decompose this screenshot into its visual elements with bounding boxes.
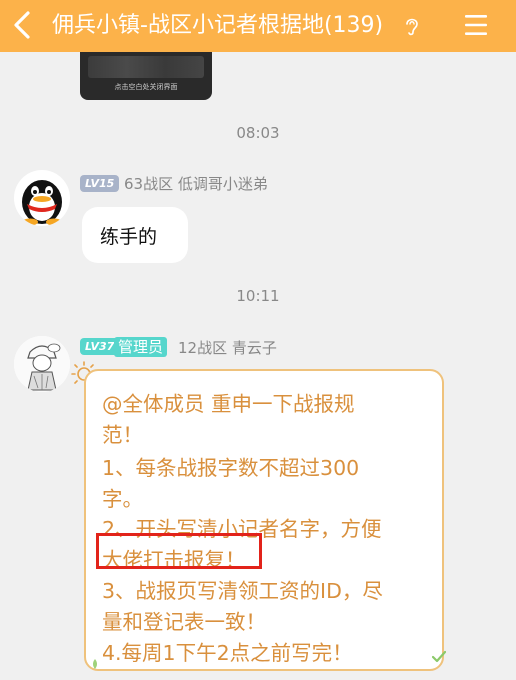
admin-role-badge: 管理员 bbox=[114, 337, 168, 357]
sender-name[interactable]: 12战区 青云子 bbox=[178, 337, 277, 358]
notice-line: 字。 bbox=[102, 487, 143, 511]
check-icon bbox=[432, 650, 446, 663]
leaf-icon bbox=[93, 659, 97, 669]
timestamp: 10:11 bbox=[236, 287, 280, 305]
chat-header: 佣兵小镇-战区小记者根据地(139) bbox=[0, 0, 516, 52]
avatar-sketch[interactable] bbox=[14, 336, 70, 392]
sketch-character-icon bbox=[14, 336, 70, 392]
highlight-box bbox=[96, 533, 262, 569]
notice-line: 范！ bbox=[102, 423, 143, 447]
notice-line: 4.每周1下午2点之前写完！ bbox=[102, 641, 353, 665]
sender-name[interactable]: 63战区 低调哥小迷弟 bbox=[124, 173, 268, 194]
notice-line: @全体成员 重申一下战报规 bbox=[102, 392, 355, 416]
image-caption: 点击空白处关闭界面 bbox=[114, 83, 178, 91]
avatar-penguin[interactable] bbox=[14, 170, 70, 226]
ear-icon bbox=[406, 18, 418, 36]
timestamp: 08:03 bbox=[236, 124, 280, 142]
chevron-left-icon[interactable] bbox=[8, 8, 38, 42]
message-text: 练手的 bbox=[100, 226, 158, 248]
notice-line: 3、战报页写清领工资的ID，尽 bbox=[102, 579, 383, 603]
message-bubble[interactable]: 练手的 bbox=[82, 207, 188, 263]
level-badge: LV15 bbox=[80, 175, 120, 192]
image-thumbnail bbox=[88, 56, 204, 78]
notice-line: 1、每条战报字数不超过300 bbox=[102, 456, 360, 480]
group-title[interactable]: 佣兵小镇-战区小记者根据地(139) bbox=[52, 0, 383, 52]
notice-bubble[interactable]: @全体成员 重申一下战报规 范！ 1、每条战报字数不超过300 字。 2、开头写… bbox=[84, 369, 444, 671]
hamburger-menu-icon[interactable] bbox=[462, 11, 490, 39]
notice-line: 量和登记表一致！ bbox=[102, 610, 266, 634]
penguin-icon bbox=[22, 180, 62, 226]
image-message[interactable]: 点击空白处关闭界面 bbox=[80, 52, 212, 100]
